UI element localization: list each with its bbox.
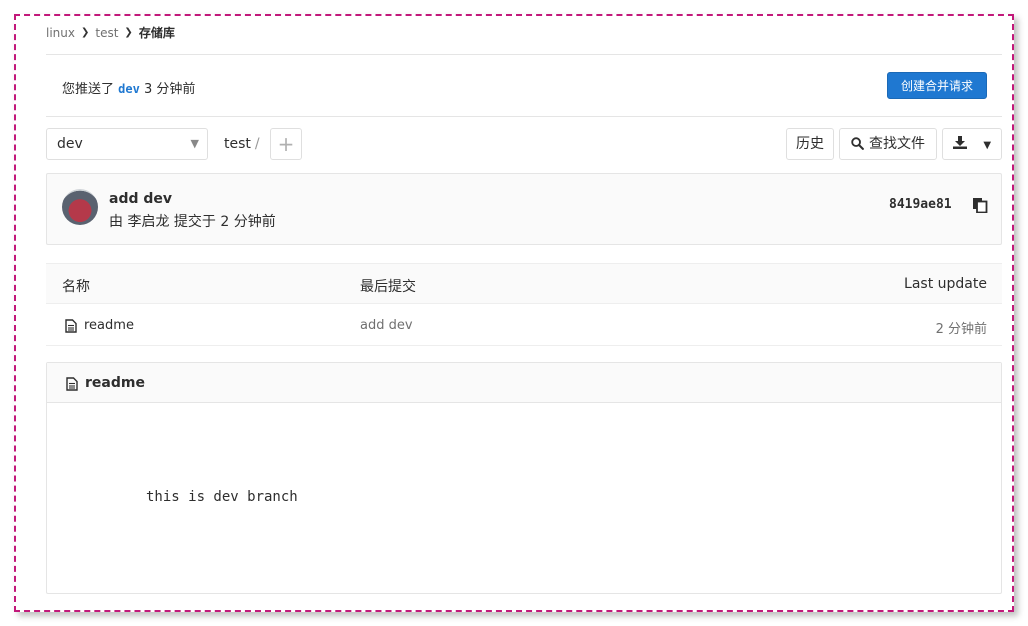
plus-icon: + xyxy=(277,132,295,156)
branch-select-value: dev xyxy=(57,136,83,152)
branch-select[interactable]: dev ▼ xyxy=(46,128,208,160)
search-icon xyxy=(851,137,864,150)
create-merge-request-button[interactable]: 创建合并请求 xyxy=(887,72,987,99)
readme-title[interactable]: readme xyxy=(85,375,145,391)
file-commit-message[interactable]: add dev xyxy=(360,318,413,333)
repo-path: test / xyxy=(224,136,260,152)
history-button-label: 历史 xyxy=(796,136,824,152)
chevron-right-icon: ❯ xyxy=(80,27,90,38)
push-notice-branch[interactable]: dev xyxy=(118,82,140,96)
commit-sha[interactable]: 8419ae81 xyxy=(889,197,952,212)
readme-content: this is dev branch xyxy=(146,489,298,505)
breadcrumb-item-linux[interactable]: linux xyxy=(46,26,75,40)
readme-header xyxy=(47,363,1001,403)
history-button[interactable]: 历史 xyxy=(786,128,834,160)
column-last-update: Last update xyxy=(904,276,987,292)
divider xyxy=(46,116,1002,117)
push-notice-time: 3 分钟前 xyxy=(143,82,196,97)
file-link-readme[interactable]: readme xyxy=(84,318,134,333)
find-file-button[interactable]: 查找文件 xyxy=(839,128,937,160)
push-notice: 您推送了 dev 3 分钟前 xyxy=(62,78,195,97)
column-name: 名称 xyxy=(62,279,90,295)
avatar[interactable] xyxy=(62,189,98,225)
breadcrumb-current: 存储库 xyxy=(138,26,175,40)
file-updated-time: 2 分钟前 xyxy=(935,322,987,337)
breadcrumb: linux ❯ test ❯ 存储库 xyxy=(46,24,175,41)
download-dropdown-button[interactable]: ▼ xyxy=(942,128,1002,160)
file-table-header xyxy=(46,263,1002,304)
chevron-right-icon: ❯ xyxy=(124,27,133,38)
path-project[interactable]: test xyxy=(224,136,251,152)
last-commit-box xyxy=(46,173,1002,245)
file-icon xyxy=(65,319,77,333)
commit-title[interactable]: add dev xyxy=(109,191,172,207)
divider xyxy=(46,54,1002,55)
breadcrumb-item-test[interactable]: test xyxy=(95,26,118,40)
path-separator: / xyxy=(254,136,260,152)
copy-icon[interactable] xyxy=(972,197,988,213)
add-file-button[interactable]: + xyxy=(270,128,302,160)
chevron-down-icon: ▼ xyxy=(983,140,992,151)
table-row xyxy=(46,304,1002,346)
file-icon xyxy=(66,377,78,391)
column-last-commit: 最后提交 xyxy=(360,279,416,295)
chevron-down-icon: ▼ xyxy=(190,137,199,150)
download-icon xyxy=(952,136,967,149)
commit-meta: 由 李启龙 提交于 2 分钟前 xyxy=(109,214,276,230)
find-file-label: 查找文件 xyxy=(869,136,925,152)
push-notice-prefix: 您推送了 xyxy=(62,82,115,97)
